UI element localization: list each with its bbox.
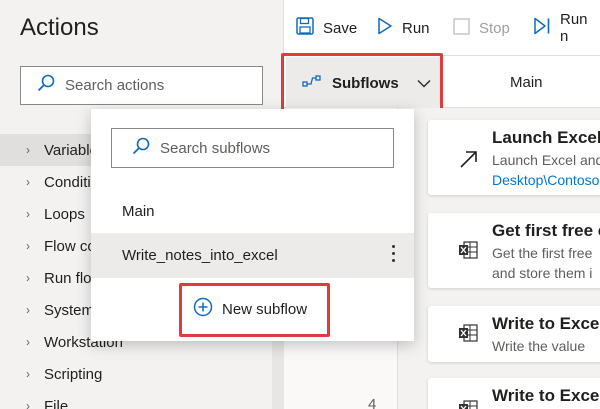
tree-item-label: System xyxy=(44,301,95,319)
chevron-right-icon: › xyxy=(26,239,30,253)
chevron-right-icon: › xyxy=(26,367,30,381)
search-icon xyxy=(37,74,55,97)
tree-item-label: Loops xyxy=(44,205,85,223)
subflow-item-write-notes[interactable]: Write_notes_into_excel xyxy=(91,233,414,278)
line-number: 4 xyxy=(368,396,377,409)
save-label: Save xyxy=(323,19,358,37)
subflows-highlight xyxy=(281,53,443,112)
chevron-right-icon: › xyxy=(26,175,30,189)
save-button[interactable]: Save xyxy=(296,16,357,40)
subflow-item-label: Write_notes_into_excel xyxy=(122,247,278,264)
chevron-right-icon: › xyxy=(26,303,30,317)
chevron-right-icon: › xyxy=(26,143,30,157)
subflow-item-main[interactable]: Main xyxy=(91,189,414,234)
new-subflow-highlight xyxy=(179,283,330,337)
action-card-launch-excel[interactable]: Launch Excel Launch Excel and Desktop\Co… xyxy=(428,120,600,195)
toolbar: Save Run Stop Run n xyxy=(284,0,600,56)
chevron-right-icon: › xyxy=(26,399,30,409)
play-icon xyxy=(377,17,402,39)
card-link[interactable]: Desktop\Contoso xyxy=(492,172,599,188)
card-title: Launch Excel xyxy=(492,128,600,147)
card-title: Write to Excel xyxy=(492,386,600,405)
tree-item-scripting[interactable]: › Scripting xyxy=(0,358,284,390)
card-title: Write to Excel xyxy=(492,314,600,333)
search-icon xyxy=(132,137,150,160)
search-subflows-input[interactable]: Search subflows xyxy=(111,128,394,168)
card-desc: Get the first free xyxy=(492,245,593,261)
card-title: Get first free c xyxy=(492,221,600,240)
arrow-up-right-icon xyxy=(458,148,480,175)
card-desc: and store them i xyxy=(492,265,593,281)
chevron-right-icon: › xyxy=(26,271,30,285)
search-subflows-placeholder: Search subflows xyxy=(160,139,271,157)
run-label: Run xyxy=(402,19,430,37)
tree-item-label: File xyxy=(44,397,69,409)
more-options-icon[interactable] xyxy=(392,245,396,265)
tab-main[interactable]: Main xyxy=(510,74,543,91)
subflow-item-label: Main xyxy=(122,203,155,220)
step-forward-icon xyxy=(533,17,560,39)
run-next-action-button[interactable]: Run n xyxy=(533,11,600,45)
actions-title: Actions xyxy=(20,14,99,41)
action-card-write-to-excel-2[interactable]: Write to Excel xyxy=(428,378,600,409)
stop-label: Stop xyxy=(479,19,510,37)
card-desc: Write the value xyxy=(492,338,586,354)
search-actions-placeholder: Search actions xyxy=(65,77,165,94)
save-icon xyxy=(296,17,323,39)
chevron-right-icon: › xyxy=(26,335,30,349)
run-next-label: Run n xyxy=(560,11,588,45)
tree-item-file[interactable]: › File xyxy=(0,390,284,409)
stop-button[interactable]: Stop xyxy=(453,16,510,40)
action-card-get-first-free[interactable]: Get first free c Get the first free and … xyxy=(428,213,600,288)
excel-icon xyxy=(458,324,478,347)
search-actions-input[interactable]: Search actions xyxy=(20,66,263,105)
action-card-write-to-excel[interactable]: Write to Excel Write the value xyxy=(428,306,600,362)
stop-icon xyxy=(453,17,479,39)
card-desc: Launch Excel and xyxy=(492,152,600,168)
tree-item-label: Scripting xyxy=(44,365,103,383)
excel-icon xyxy=(458,241,478,264)
chevron-right-icon: › xyxy=(26,207,30,221)
excel-icon xyxy=(458,400,478,409)
run-button[interactable]: Run xyxy=(377,16,430,40)
